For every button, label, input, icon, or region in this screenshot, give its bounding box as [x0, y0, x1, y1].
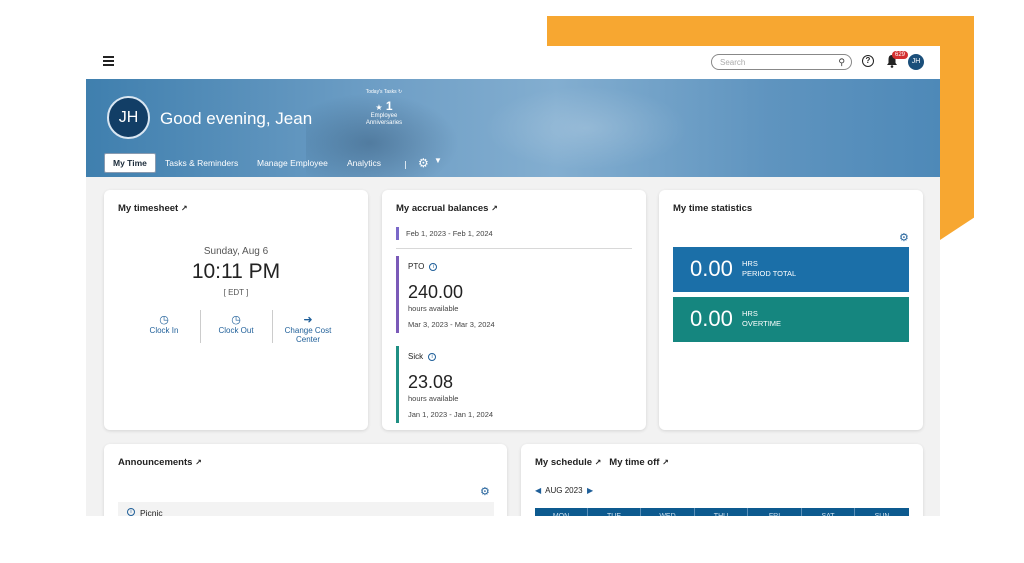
divider — [396, 248, 632, 249]
clock-in-button[interactable]: ◷ Clock In — [129, 314, 199, 336]
calendar-day: MON — [535, 508, 588, 516]
timesheet-time: 10:11 PM — [191, 260, 281, 283]
timesheet-date: Sunday, Aug 6 — [203, 246, 269, 257]
clock-out-button[interactable]: ◷ Clock Out — [201, 314, 271, 336]
announcement-label: Picnic — [140, 508, 163, 516]
accrual-value: 240.00 — [408, 282, 464, 302]
month-nav: ◀ AUG 2023 ▶ — [535, 486, 593, 495]
schedule-card: My schedule ↗ My time off ↗ ◀ AUG 2023 ▶… — [521, 444, 923, 516]
top-bar: ⚲ ? 629 JH — [86, 46, 940, 79]
announcements-title[interactable]: Announcements ↗ — [118, 457, 202, 468]
tab-manage-employee[interactable]: Manage Employee — [257, 153, 328, 173]
stat-unit: HRS PERIOD TOTAL — [742, 259, 797, 278]
accrual-value: 23.08 — [408, 372, 454, 392]
todays-tasks[interactable]: Today's Tasks ↻ ★ 1 Employee Anniversari… — [349, 89, 419, 127]
announcement-item[interactable]: i Picnic — [118, 502, 494, 516]
profile-avatar[interactable]: JH — [107, 96, 150, 139]
welcome-banner: JH Good evening, Jean Today's Tasks ↻ ★ … — [86, 79, 940, 177]
accrual-name: PTO i — [408, 262, 438, 271]
calendar-day: THU — [695, 508, 748, 516]
external-link-icon[interactable]: ↗ — [662, 458, 669, 467]
info-icon[interactable]: i — [428, 352, 437, 361]
accrual-period: Feb 1, 2023 - Feb 1, 2024 — [396, 227, 493, 240]
search-box[interactable]: ⚲ — [711, 54, 852, 70]
accruals-title[interactable]: My accrual balances ↗ — [396, 203, 498, 214]
statistics-card: My time statistics ⚙ 0.00 HRS PERIOD TOTA… — [659, 190, 923, 430]
decorative-orange-bar — [547, 16, 974, 46]
user-avatar[interactable]: JH — [908, 54, 924, 70]
accrual-sick: Sick i 23.08 hours available Jan 1, 2023 … — [396, 346, 632, 423]
accrual-unit: hours available — [408, 304, 459, 313]
calendar-day: SAT — [802, 508, 855, 516]
todays-tasks-label: Employee — [370, 113, 398, 119]
chevron-left-icon[interactable]: ◀ — [535, 486, 541, 495]
stat-value: 0.00 — [690, 306, 733, 331]
arrow-right-icon: ➜ — [303, 314, 313, 326]
clock-out-icon: ◷ — [231, 314, 241, 326]
gear-icon[interactable]: ⚙ — [899, 231, 909, 244]
clock-in-icon: ◷ — [159, 314, 169, 326]
app-window: ⚲ ? 629 JH JH Good evening, Jean Today's… — [86, 46, 940, 516]
calendar-header: MON TUE WED THU FRI SAT SUN — [535, 508, 909, 516]
star-icon: ★ — [375, 103, 383, 112]
menu-icon[interactable] — [103, 56, 114, 66]
chevron-down-icon[interactable]: ▼ — [434, 156, 442, 165]
stat-unit: HRS OVERTIME — [742, 309, 782, 328]
tab-my-time[interactable]: My Time — [104, 153, 156, 173]
refresh-icon[interactable]: ↻ — [398, 89, 402, 95]
accrual-unit: hours available — [408, 394, 459, 403]
gear-icon[interactable]: ⚙ — [480, 485, 490, 498]
accrual-name: Sick i — [408, 352, 437, 361]
todays-tasks-count: ★ 1 — [375, 99, 393, 113]
announcements-card: Announcements ↗ ⚙ i Picnic — [104, 444, 507, 516]
statistics-title: My time statistics — [673, 203, 753, 214]
accruals-card: My accrual balances ↗ Feb 1, 2023 - Feb … — [382, 190, 646, 430]
month-label: AUG 2023 — [545, 486, 583, 495]
timesheet-title[interactable]: My timesheet ↗ — [118, 203, 188, 214]
calendar-day: FRI — [748, 508, 802, 516]
external-link-icon[interactable]: ↗ — [195, 458, 202, 467]
todays-tasks-label-2: Anniversaries — [365, 120, 403, 126]
notification-badge: 629 — [892, 51, 909, 59]
schedule-title[interactable]: My schedule ↗ My time off ↗ — [535, 457, 669, 468]
calendar-day: TUE — [588, 508, 641, 516]
tab-analytics[interactable]: Analytics — [347, 153, 381, 173]
external-link-icon[interactable]: ↗ — [595, 458, 602, 467]
chevron-right-icon[interactable]: ▶ — [587, 486, 593, 495]
tab-tasks-reminders[interactable]: Tasks & Reminders — [165, 153, 238, 173]
search-input[interactable] — [720, 57, 830, 68]
accrual-range: Jan 1, 2023 - Jan 1, 2024 — [408, 410, 494, 419]
stat-value: 0.00 — [690, 256, 733, 281]
decorative-orange-tail — [940, 16, 974, 240]
stage: ⚲ ? 629 JH JH Good evening, Jean Today's… — [0, 0, 1024, 563]
todays-tasks-title: Today's Tasks ↻ — [365, 89, 403, 95]
info-icon[interactable]: i — [429, 262, 438, 271]
external-link-icon[interactable]: ↗ — [491, 204, 498, 213]
info-icon: i — [127, 508, 135, 516]
help-icon[interactable]: ? — [862, 55, 874, 67]
accrual-pto: PTO i 240.00 hours available Mar 3, 2023 … — [396, 256, 632, 333]
external-link-icon[interactable]: ↗ — [181, 204, 188, 213]
search-icon[interactable]: ⚲ — [838, 57, 845, 68]
greeting-text: Good evening, Jean — [160, 109, 313, 128]
tab-divider — [405, 161, 406, 169]
stat-period-total: 0.00 HRS PERIOD TOTAL — [673, 247, 909, 292]
calendar-day: SUN — [855, 508, 909, 516]
calendar-day: WED — [641, 508, 695, 516]
time-off-title[interactable]: My time off — [609, 457, 659, 468]
accrual-range: Mar 3, 2023 - Mar 3, 2024 — [408, 320, 495, 329]
gear-icon[interactable]: ⚙ — [418, 156, 429, 170]
timesheet-card: My timesheet ↗ Sunday, Aug 6 10:11 PM [ … — [104, 190, 368, 430]
change-cost-center-button[interactable]: ➜ Change Cost Center — [273, 314, 343, 345]
timesheet-timezone: [ EDT ] — [223, 288, 249, 297]
stat-overtime: 0.00 HRS OVERTIME — [673, 297, 909, 342]
